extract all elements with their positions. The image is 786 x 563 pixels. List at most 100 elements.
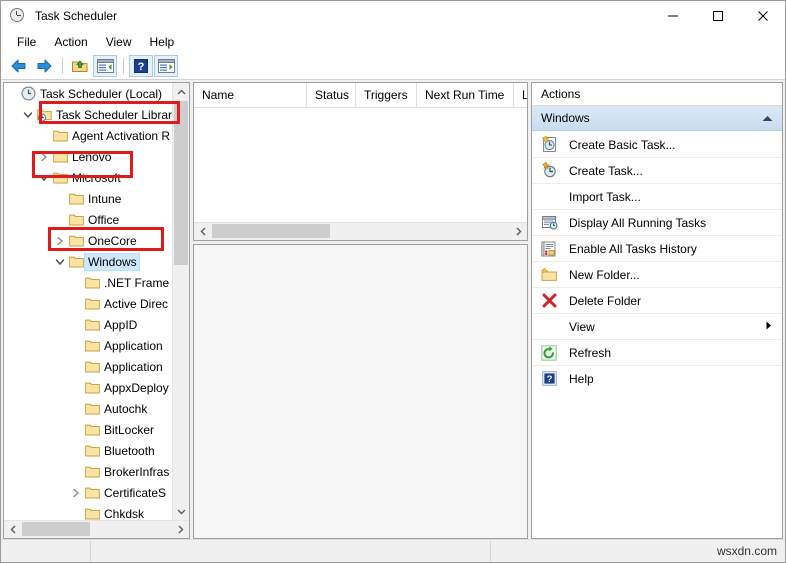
folder-icon [84, 314, 101, 335]
tree-item-active-direc[interactable]: Active Direc [4, 293, 173, 314]
column-header-name[interactable]: Name [194, 83, 307, 107]
list-hscroll-thumb[interactable] [212, 224, 330, 238]
close-icon[interactable] [740, 1, 785, 31]
show-hide-console-tree-icon[interactable] [93, 55, 117, 77]
status-cell-2 [91, 541, 491, 562]
folder-icon [52, 167, 69, 188]
toolbar-separator [62, 58, 63, 74]
tree-scroll-thumb[interactable] [174, 101, 188, 265]
column-header-next-run-time[interactable]: Next Run Time [417, 83, 514, 107]
folder-icon [52, 125, 69, 146]
back-icon[interactable] [7, 55, 31, 77]
chevron-placeholder [68, 503, 84, 520]
action-display-all-running-tasks[interactable]: Display All Running Tasks [532, 210, 782, 236]
action-create-task[interactable]: Create Task... [532, 158, 782, 184]
up-folder-icon[interactable] [68, 55, 92, 77]
forward-icon[interactable] [32, 55, 56, 77]
column-header-last-ru[interactable]: Last Ru [514, 83, 527, 107]
folder-icon [52, 146, 69, 167]
toolbar: ? [1, 53, 785, 80]
action-label: New Folder... [569, 268, 640, 282]
tree-item-chkdsk[interactable]: Chkdsk [4, 503, 173, 520]
task-list-horizontal-scrollbar[interactable] [194, 222, 527, 240]
scroll-left-icon[interactable] [4, 521, 21, 537]
chevron-up-icon[interactable] [762, 111, 773, 125]
menu-item-help[interactable]: Help [141, 33, 184, 51]
column-header-triggers[interactable]: Triggers [356, 83, 417, 107]
folder-icon [84, 440, 101, 461]
scroll-up-icon[interactable] [173, 83, 189, 100]
tree-item-label: BrokerInfras [101, 464, 171, 480]
action-view[interactable]: View [532, 314, 782, 340]
maximize-icon[interactable] [695, 1, 740, 31]
tree-item-brokerinfras[interactable]: BrokerInfras [4, 461, 173, 482]
enable-tasks-history-icon [538, 238, 560, 260]
action-refresh[interactable]: Refresh [532, 340, 782, 366]
tree-item-appid[interactable]: AppID [4, 314, 173, 335]
tree-item-lenovo[interactable]: Lenovo [4, 146, 173, 167]
tree-item-certificates[interactable]: CertificateS [4, 482, 173, 503]
tree-item-application[interactable]: Application [4, 356, 173, 377]
chevron-down-icon[interactable] [20, 104, 36, 125]
menu-item-view[interactable]: View [97, 33, 141, 51]
chevron-right-icon[interactable] [52, 230, 68, 251]
tree-hscroll-thumb[interactable] [22, 522, 90, 536]
tree-item-bitlocker[interactable]: BitLocker [4, 419, 173, 440]
menu-item-file[interactable]: File [8, 33, 45, 51]
column-header-status[interactable]: Status [307, 83, 356, 107]
tree-item-appxdeploy[interactable]: AppxDeploy [4, 377, 173, 398]
action-help[interactable]: ?Help [532, 366, 782, 391]
tree-horizontal-scrollbar[interactable] [4, 520, 189, 538]
chevron-right-icon[interactable] [36, 146, 52, 167]
actions-group-header[interactable]: Windows [532, 106, 782, 131]
folder-icon [84, 377, 101, 398]
list-scroll-right-icon[interactable] [510, 223, 527, 239]
help-icon[interactable]: ? [129, 55, 153, 77]
action-create-basic-task[interactable]: Create Basic Task... [532, 132, 782, 158]
submenu-arrow-icon [766, 321, 772, 333]
tree-item-office[interactable]: Office [4, 209, 173, 230]
action-label: Create Basic Task... [569, 138, 676, 152]
tree-item-label: OneCore [85, 233, 139, 249]
chevron-right-icon[interactable] [68, 482, 84, 503]
chevron-down-icon[interactable] [52, 251, 68, 272]
actions-list: Create Basic Task... Create Task... Import… [532, 131, 782, 538]
tree-item-onecore[interactable]: OneCore [4, 230, 173, 251]
chevron-placeholder [68, 419, 84, 440]
tree-item-label: .NET Frame [101, 275, 171, 291]
scroll-down-icon[interactable] [173, 503, 189, 520]
tree-item-autochk[interactable]: Autochk [4, 398, 173, 419]
tree-item-task-scheduler-library[interactable]: Task Scheduler Library [4, 104, 173, 125]
tree-item-windows[interactable]: Windows [4, 251, 173, 272]
chevron-down-icon[interactable] [36, 167, 52, 188]
menu-item-action[interactable]: Action [45, 33, 96, 51]
tree-item-net-frame[interactable]: .NET Frame [4, 272, 173, 293]
actions-group-label: Windows [541, 111, 590, 125]
tree-item-application[interactable]: Application [4, 335, 173, 356]
action-enable-all-tasks-history[interactable]: Enable All Tasks History [532, 236, 782, 262]
task-list-pane: NameStatusTriggersNext Run TimeLast Ru [193, 82, 528, 241]
tree-item-bluetooth[interactable]: Bluetooth [4, 440, 173, 461]
tree-item-label: AppID [101, 317, 139, 333]
action-delete-folder[interactable]: Delete Folder [532, 288, 782, 314]
chevron-placeholder [68, 356, 84, 377]
tree-item-label: AppxDeploy [101, 380, 171, 396]
action-import-task[interactable]: Import Task... [532, 184, 782, 210]
svg-text:?: ? [546, 374, 552, 385]
folder-icon [68, 230, 85, 251]
tree-item-microsoft[interactable]: Microsoft [4, 167, 173, 188]
display-running-tasks-icon [538, 212, 560, 234]
scroll-right-icon[interactable] [172, 521, 189, 537]
tree-item-task-scheduler-local[interactable]: Task Scheduler (Local) [4, 83, 173, 104]
tree-item-intune[interactable]: Intune [4, 188, 173, 209]
chevron-placeholder [68, 293, 84, 314]
icon-placeholder [538, 186, 560, 208]
tree-vertical-scrollbar[interactable] [172, 83, 189, 520]
show-hide-action-pane-icon[interactable] [154, 55, 178, 77]
tree-item-agent-activation-r[interactable]: Agent Activation R [4, 125, 173, 146]
action-new-folder[interactable]: New Folder... [532, 262, 782, 288]
list-scroll-left-icon[interactable] [194, 223, 211, 239]
tree-item-label: Agent Activation R [69, 128, 172, 144]
action-label: Create Task... [569, 164, 643, 178]
minimize-icon[interactable] [650, 1, 695, 31]
